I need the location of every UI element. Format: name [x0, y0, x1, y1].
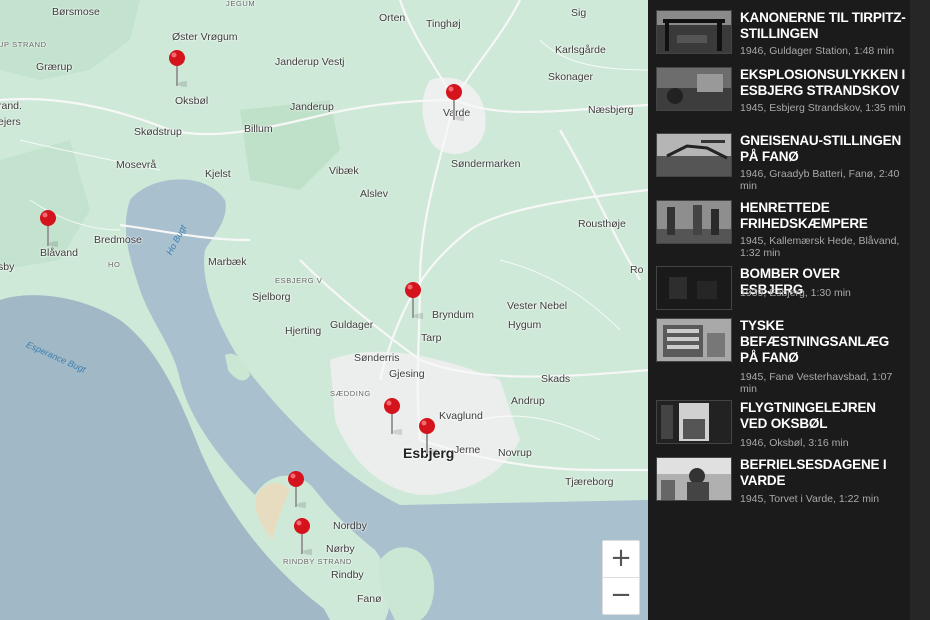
- place-label: ejers: [0, 116, 21, 128]
- zoom-out-button[interactable]: −: [602, 577, 640, 615]
- film-title: BEFRIELSESDAGENE I VARDE: [740, 457, 887, 488]
- place-label: Gjesing: [389, 368, 425, 380]
- place-label: Tjæreborg: [565, 476, 614, 488]
- place-label: Marbæk: [208, 256, 247, 268]
- place-label: Tarp: [421, 332, 442, 344]
- film-meta: 1946, Guldager Station, 1:48 min: [740, 45, 895, 57]
- place-label: Hygum: [508, 319, 542, 331]
- place-label: Børsmose: [52, 6, 100, 18]
- film-item[interactable]: BOMBER OVER ESBJERG 1939, Esbjerg, 1:30 …: [656, 266, 906, 310]
- place-label: Vibæk: [329, 165, 359, 177]
- film-item[interactable]: HENRETTEDE FRIHEDSKÆMPERE 1945, Kallemær…: [656, 200, 906, 260]
- place-label: Alslev: [360, 188, 389, 200]
- film-title: HENRETTEDE FRIHEDSKÆMPERE: [740, 200, 868, 231]
- place-label: Janderup: [290, 101, 334, 113]
- place-label: Nordby: [333, 520, 367, 532]
- place-label: Karlsgårde: [555, 44, 606, 56]
- film-item[interactable]: BEFRIELSESDAGENE I VARDE 1945, Torvet i …: [656, 457, 906, 509]
- film-list[interactable]: KANONERNE TIL TIRPITZ-STILLINGEN 1946, G…: [648, 0, 910, 620]
- place-label: Sjelborg: [252, 291, 291, 303]
- film-thumbnail: [656, 457, 732, 501]
- place-label: Rousthøje: [578, 218, 626, 230]
- film-title: GNEISENAU-STILLINGEN PÅ FANØ: [740, 133, 902, 164]
- place-label: Novrup: [498, 447, 532, 459]
- place-label: Billum: [244, 123, 273, 135]
- film-meta: 1946, Oksbøl, 3:16 min: [740, 437, 849, 449]
- map-pin[interactable]: [382, 396, 402, 436]
- place-label: Hjerting: [285, 325, 322, 337]
- film-thumbnail: [656, 318, 732, 362]
- place-label: Grærup: [36, 61, 73, 73]
- film-title: KANONERNE TIL TIRPITZ-STILLINGEN: [740, 10, 906, 41]
- place-label: Vester Nebel: [507, 300, 568, 312]
- place-label: Oksbøl: [175, 95, 209, 107]
- film-meta: 1945, Esbjerg Strandskov, 1:35 min: [740, 102, 906, 114]
- place-label: Janderup Vestj: [275, 56, 345, 68]
- place-label: Andrup: [511, 395, 545, 407]
- map-pin[interactable]: [38, 208, 58, 248]
- map-pin[interactable]: [417, 416, 437, 456]
- film-meta: 1945, Kallemærsk Hede, Blåvand, 1:32 min: [740, 235, 900, 259]
- map-pin[interactable]: [444, 82, 464, 122]
- film-thumbnail: [656, 266, 732, 310]
- place-label: rand.: [0, 100, 22, 112]
- place-label: JEGUM: [226, 0, 256, 8]
- place-label: Skonager: [548, 71, 593, 83]
- film-thumbnail: [656, 400, 732, 444]
- map-pin[interactable]: [292, 516, 312, 556]
- place-label: Kvaglund: [439, 410, 483, 422]
- place-label: Bryndum: [432, 309, 475, 321]
- place-label: RINDBY STRAND: [283, 557, 352, 566]
- film-meta: 1945, Fanø Vesterhavsbad, 1:07 min: [740, 371, 893, 395]
- film-thumbnail: [656, 10, 732, 54]
- place-label: Sønderris: [354, 352, 400, 364]
- film-title: EKSPLOSIONSULYKKEN I ESBJERG STRANDSKOV: [740, 67, 906, 98]
- place-label: UP STRAND: [0, 40, 47, 49]
- place-label: Bredmose: [94, 234, 142, 246]
- place-label: Fanø: [357, 593, 382, 605]
- place-label: Tinghøj: [426, 18, 461, 30]
- map-pin[interactable]: [403, 280, 423, 320]
- place-label: Guldager: [330, 319, 374, 331]
- film-meta: 1939, Esbjerg, 1:30 min: [740, 287, 851, 299]
- place-label: Kjelst: [205, 168, 231, 180]
- place-label: sby: [0, 261, 15, 273]
- film-item[interactable]: EKSPLOSIONSULYKKEN I ESBJERG STRANDSKOV …: [656, 67, 906, 127]
- film-thumbnail: [656, 133, 732, 177]
- film-title: FLYGTNINGELEJREN VED OKSBØL: [740, 400, 876, 431]
- place-label: Øster Vrøgum: [172, 31, 238, 43]
- place-label: Skads: [541, 373, 571, 385]
- place-label: Rindby: [331, 569, 364, 581]
- place-label: Mosevrå: [116, 159, 157, 171]
- place-label: Orten: [379, 12, 406, 24]
- map-pin[interactable]: [167, 48, 187, 88]
- zoom-in-button[interactable]: +: [602, 540, 640, 578]
- place-label: Næsbjerg: [588, 104, 634, 116]
- film-thumbnail: [656, 200, 732, 244]
- map-area[interactable]: Børsmose JEGUM UP STRAND Grærup Øster Vr…: [0, 0, 648, 620]
- film-meta: 1946, Graadyb Batteri, Fanø, 2:40 min: [740, 168, 900, 192]
- place-label: ESBJERG V: [275, 276, 323, 285]
- place-label: Ro: [630, 264, 644, 276]
- scrollbar[interactable]: [910, 0, 930, 620]
- place-label: SÆDDING: [330, 389, 371, 398]
- film-title: TYSKE BEFÆSTNINGSANLÆG PÅ FANØ: [740, 318, 890, 365]
- map-pin[interactable]: [286, 469, 306, 509]
- place-label: HO: [108, 260, 121, 269]
- film-item[interactable]: GNEISENAU-STILLINGEN PÅ FANØ 1946, Graad…: [656, 133, 906, 192]
- place-label: Sig: [571, 7, 587, 19]
- film-meta: 1945, Torvet i Varde, 1:22 min: [740, 493, 880, 505]
- place-label: Nørby: [326, 543, 355, 555]
- place-label: Blåvand: [40, 247, 78, 259]
- place-label: Skødstrup: [134, 126, 182, 138]
- film-item[interactable]: TYSKE BEFÆSTNINGSANLÆG PÅ FANØ 1945, Fan…: [656, 318, 906, 395]
- place-label: Søndermarken: [451, 158, 521, 170]
- film-item[interactable]: KANONERNE TIL TIRPITZ-STILLINGEN 1946, G…: [656, 10, 906, 60]
- place-label: Jerne: [454, 444, 481, 456]
- film-thumbnail: [656, 67, 732, 111]
- film-item[interactable]: FLYGTNINGELEJREN VED OKSBØL 1946, Oksbøl…: [656, 400, 906, 452]
